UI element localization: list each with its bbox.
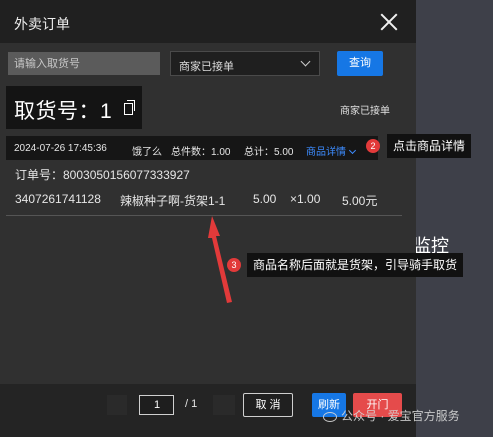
step-badge-3: 3 [227, 258, 241, 272]
wechat-icon [323, 411, 337, 422]
watermark-text: 公众号 · 爱宝官方服务 [341, 409, 460, 423]
hint-click-details: 点击商品详情 [387, 134, 472, 158]
step-badge-2: 2 [366, 139, 380, 153]
hint-shelf-guide: 商品名称后面就是货架，引导骑手取货 [247, 253, 464, 277]
watermark: 公众号 · 爱宝官方服务 [323, 407, 460, 424]
annotation-arrow [208, 216, 232, 303]
